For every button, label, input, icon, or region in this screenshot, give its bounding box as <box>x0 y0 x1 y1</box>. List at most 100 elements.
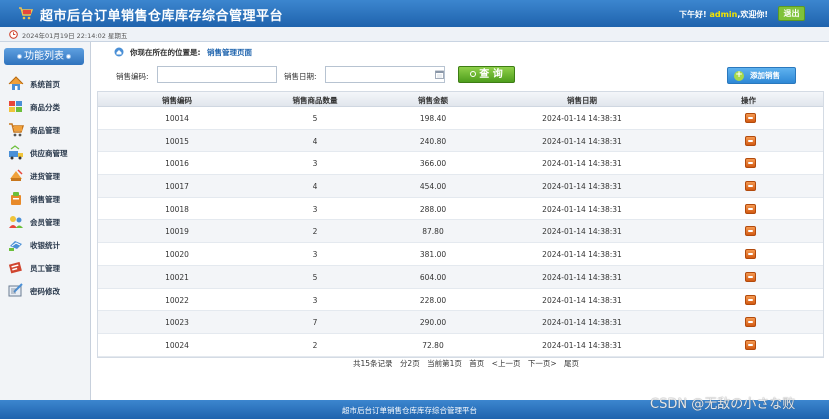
view-detail-icon[interactable] <box>745 294 756 305</box>
table-cell: 5 <box>312 272 318 282</box>
main-content: 你现在所在的位置是: 销售管理页面 销售编码: 销售日期: 查 询 + 添加销售… <box>91 42 829 400</box>
sidebar-item-label: 收银统计 <box>30 241 60 250</box>
table-row: 10019 2 87.80 2024-01-14 14:38:31 <box>98 220 823 244</box>
add-sale-label: 添加销售 <box>750 71 780 80</box>
view-detail-icon[interactable] <box>745 135 756 146</box>
supplier-icon <box>9 145 23 160</box>
cashier-icon <box>9 241 22 251</box>
table-cell: 2024-01-14 14:38:31 <box>542 340 622 350</box>
table-row: 10015 4 240.80 2024-01-14 14:38:31 <box>98 129 823 153</box>
sale-date-input[interactable] <box>325 66 445 83</box>
sidebar-item-sales[interactable]: 销售管理 <box>8 190 86 208</box>
add-sale-button[interactable]: + 添加销售 <box>727 67 796 84</box>
view-detail-icon[interactable] <box>745 113 756 123</box>
sidebar-item-label: 商品管理 <box>30 126 60 135</box>
table-row: 10021 5 604.00 2024-01-14 14:38:31 <box>98 265 823 289</box>
sidebar-item-goods[interactable]: 商品管理 <box>8 121 86 139</box>
watermark: CSDN @无敌の小さな败 <box>650 397 796 412</box>
top-header: 超市后台订单销售仓库库存综合管理平台 下午好! admin,欢迎你! 退出 <box>0 0 829 27</box>
view-detail-icon[interactable] <box>745 181 756 192</box>
table-cell: 10016 <box>165 159 189 169</box>
location-icon <box>114 47 124 57</box>
table-header: 销售编码 销售商品数量 销售金额 销售日期 操作 <box>98 92 823 107</box>
table-cell: 10019 <box>165 227 189 237</box>
menu-title: 功能列表 <box>24 51 64 62</box>
cart-icon <box>9 123 24 137</box>
first-page-link[interactable]: 首页 <box>469 359 484 368</box>
column-header: 销售金额 <box>418 96 448 105</box>
greeting-prefix: 下午好! <box>679 10 707 19</box>
search-icon <box>470 71 477 77</box>
table-row: 10023 7 290.00 2024-01-14 14:38:31 <box>98 311 823 334</box>
search-button-label: 查 询 <box>479 69 503 80</box>
menu-header: 功能列表 <box>4 48 84 65</box>
table-cell: 2024-01-14 14:38:31 <box>542 318 622 328</box>
table-cell: 604.00 <box>419 272 447 282</box>
sidebar-item-label: 进货管理 <box>30 172 60 181</box>
sales-icon <box>11 192 21 205</box>
sales-table: 销售编码 销售商品数量 销售金额 销售日期 操作 10014 5 198.40 202… <box>97 91 824 358</box>
view-detail-icon[interactable] <box>745 271 756 282</box>
sidebar-item-label: 销售管理 <box>30 195 60 204</box>
sidebar-item-home[interactable]: 系统首页 <box>8 75 86 93</box>
table-cell: 10018 <box>165 204 189 214</box>
sidebar-item-staff[interactable]: 员工管理 <box>8 259 86 277</box>
home-icon <box>8 76 24 90</box>
username: admin <box>709 10 738 19</box>
prev-page-link[interactable]: <上一页 <box>492 359 521 368</box>
table-cell: 240.80 <box>419 136 447 146</box>
greeting-suffix: ,欢迎你! <box>737 10 769 19</box>
calendar-icon[interactable] <box>435 70 444 79</box>
date-bar: 2024年01月19日 22:14:02 星期五 <box>0 27 829 42</box>
column-header: 操作 <box>741 96 756 105</box>
table-cell: 2024-01-14 14:38:31 <box>542 272 622 282</box>
search-button[interactable]: 查 询 <box>458 66 515 83</box>
sidebar-item-label: 员工管理 <box>30 264 60 273</box>
table-cell: 4 <box>312 182 318 192</box>
table-cell: 10021 <box>165 272 189 282</box>
table-cell: 2024-01-14 14:38:31 <box>542 159 622 169</box>
sidebar-item-label: 商品分类 <box>30 103 60 112</box>
table-cell: 72.80 <box>422 340 444 350</box>
clock-icon <box>9 30 18 39</box>
view-detail-icon[interactable] <box>745 158 756 169</box>
next-page-link[interactable]: 下一页> <box>528 359 557 368</box>
sidebar-item-label: 密码修改 <box>30 287 60 296</box>
last-page-link[interactable]: 尾页 <box>564 359 579 368</box>
table-cell: 7 <box>312 318 318 328</box>
table-cell: 2024-01-14 14:38:31 <box>542 295 622 305</box>
logout-button[interactable]: 退出 <box>778 6 805 21</box>
sidebar-item-category[interactable]: 商品分类 <box>8 98 86 116</box>
sale-code-input[interactable] <box>157 66 277 83</box>
sale-code-label: 销售编码: <box>116 72 149 81</box>
table-cell: 3 <box>312 295 318 305</box>
table-row: 10014 5 198.40 2024-01-14 14:38:31 <box>98 107 823 130</box>
staff-icon <box>8 261 22 274</box>
column-header: 销售商品数量 <box>292 96 338 105</box>
sidebar-item-cashier[interactable]: 收银统计 <box>8 236 86 254</box>
table-cell: 2024-01-14 14:38:31 <box>542 136 622 146</box>
sidebar-item-password[interactable]: 密码修改 <box>8 282 86 300</box>
table-cell: 2024-01-14 14:38:31 <box>542 227 622 237</box>
view-detail-icon[interactable] <box>745 226 756 237</box>
table-cell: 10020 <box>165 250 189 260</box>
pagination: 共15条记录 分2页 当前第1页 首页 <上一页 下一页> 尾页 <box>353 358 584 369</box>
view-detail-icon[interactable] <box>745 203 756 214</box>
sidebar-item-members[interactable]: 会员管理 <box>8 213 86 231</box>
table-cell: 3 <box>312 250 318 260</box>
password-icon <box>8 283 23 297</box>
view-detail-icon[interactable] <box>745 339 756 350</box>
table-cell: 87.80 <box>422 227 444 237</box>
sidebar-item-supplier[interactable]: 供应商管理 <box>8 144 86 162</box>
view-detail-icon[interactable] <box>745 317 756 328</box>
purchase-icon <box>10 169 23 181</box>
table-cell: 366.00 <box>419 159 447 169</box>
column-header: 销售日期 <box>567 96 597 105</box>
table-body: 10014 5 198.40 2024-01-14 14:38:31 10015 4 240… <box>98 107 823 357</box>
app-title: 超市后台订单销售仓库库存综合管理平台 <box>40 9 284 24</box>
table-cell: 3 <box>312 159 318 169</box>
sidebar-item-purchase[interactable]: 进货管理 <box>8 167 86 185</box>
category-icon <box>9 101 22 112</box>
view-detail-icon[interactable] <box>745 249 756 260</box>
sidebar-item-label: 会员管理 <box>30 218 60 227</box>
